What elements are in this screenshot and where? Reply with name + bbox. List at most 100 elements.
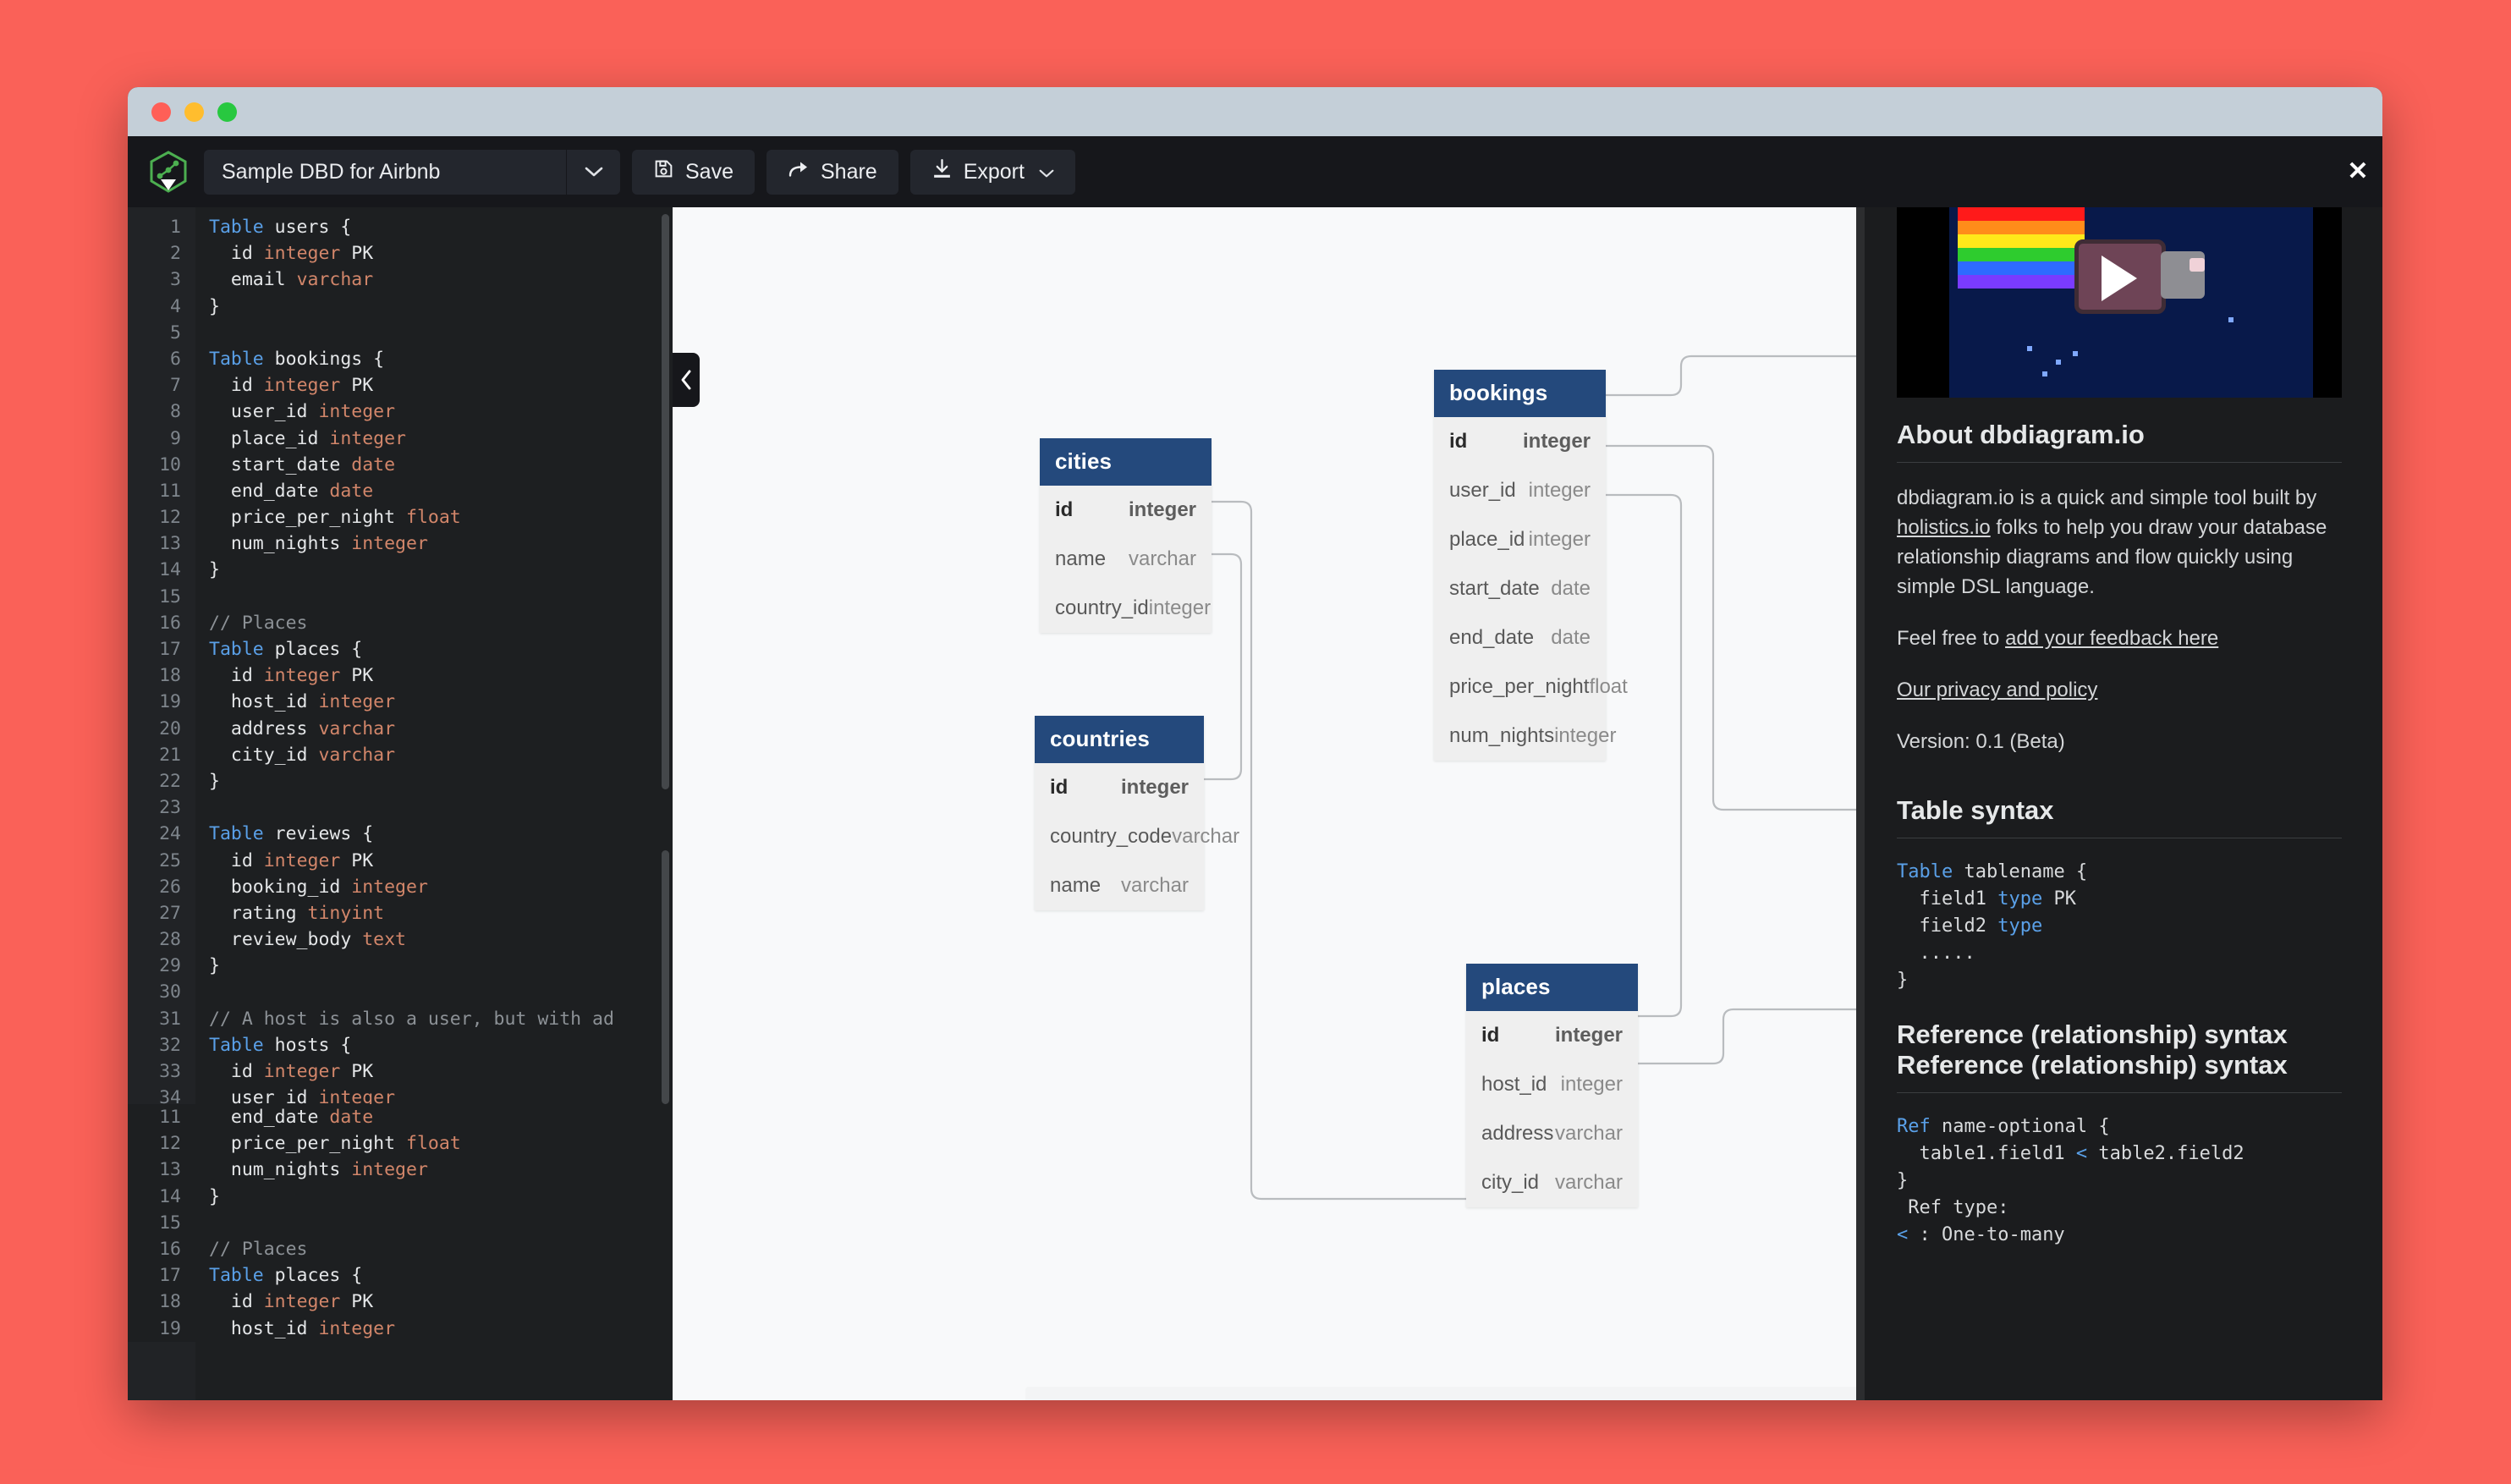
- about-side-panel: Nyan Cat 10 hours (original) About dbdia…: [1856, 136, 2382, 1400]
- document-name: Sample DBD for Airbnb: [222, 159, 441, 184]
- diagram-table-header[interactable]: cities: [1040, 438, 1212, 486]
- field-type: varchar: [1172, 825, 1240, 848]
- diagram-field-row[interactable]: id integer: [1035, 763, 1204, 812]
- line-text: Table hosts {: [209, 1034, 352, 1056]
- line-number: 15: [159, 1212, 181, 1234]
- field-type: integer: [1528, 479, 1591, 502]
- editor-scrollbar-thumb-upper[interactable]: [662, 214, 669, 789]
- close-panel-button[interactable]: ✕: [2333, 147, 2382, 196]
- dsl-code-editor[interactable]: 1 Table users {2 id integer PK 3 email var…: [128, 207, 673, 1400]
- code-line: 26 booking_id integer: [128, 874, 673, 900]
- line-text: [195, 584, 209, 610]
- diagram-field-row[interactable]: country_code varchar: [1035, 812, 1239, 861]
- code-line: 22}: [128, 768, 673, 794]
- line-text: start_date date: [209, 453, 396, 475]
- diagram-table-countries[interactable]: countries id integer country_code varchar nam…: [1035, 716, 1239, 910]
- diagram-field-row[interactable]: name varchar: [1040, 535, 1212, 584]
- chevron-down-icon[interactable]: [566, 149, 620, 195]
- dbdiagram-logo-icon: [146, 150, 190, 194]
- export-button[interactable]: Export: [909, 149, 1075, 195]
- privacy-policy-link[interactable]: Our privacy and policy: [1897, 679, 2097, 701]
- line-text: Table places {: [209, 1265, 363, 1287]
- field-type: varchar: [1554, 1171, 1623, 1194]
- line-number: 18: [159, 665, 181, 687]
- line-number: 20: [159, 717, 181, 739]
- window-close-button[interactable]: [151, 102, 171, 122]
- privacy-paragraph: Our privacy and policy: [1897, 675, 2342, 705]
- line-number: 33: [159, 1061, 181, 1082]
- line-number: 13: [159, 1159, 181, 1181]
- line-text: Table users {: [209, 217, 352, 238]
- field-type: integer: [1528, 528, 1591, 551]
- diagram-table-bookings[interactable]: bookings id integer user_id integer place_id i…: [1434, 370, 1628, 761]
- field-type: integer: [1554, 1024, 1623, 1047]
- line-number: 14: [159, 559, 181, 581]
- line-text: booking_id integer: [209, 876, 428, 898]
- line-number: 17: [159, 639, 181, 660]
- diagram-field-row[interactable]: host_id integer: [1466, 1060, 1638, 1109]
- code-line: 12 price_per_night float: [128, 504, 673, 530]
- diagram-field-row[interactable]: city_id varchar: [1466, 1158, 1638, 1207]
- diagram-table-header[interactable]: countries: [1035, 716, 1204, 763]
- play-icon[interactable]: [2102, 255, 2137, 301]
- code-line: 15: [128, 584, 673, 610]
- table-syntax-heading: Table syntax: [1897, 795, 2054, 825]
- chevron-down-icon[interactable]: [1039, 160, 1054, 184]
- version-text: Version: 0.1 (Beta): [1897, 730, 2065, 753]
- code-line: 33 id integer PK: [128, 1058, 673, 1085]
- code-line: 25 id integer PK: [128, 848, 673, 874]
- diagram-field-row[interactable]: user_id integer: [1434, 466, 1606, 515]
- diagram-field-row[interactable]: address varchar: [1466, 1109, 1638, 1158]
- line-text: }: [209, 559, 220, 581]
- code-line: 32 Table hosts {: [128, 1032, 673, 1058]
- field-name: name: [1050, 874, 1102, 897]
- save-label: Save: [685, 159, 734, 184]
- diagram-field-row[interactable]: id integer: [1040, 486, 1212, 535]
- line-number: 14: [159, 1185, 181, 1207]
- window-maximize-button[interactable]: [217, 102, 237, 122]
- window-minimize-button[interactable]: [184, 102, 204, 122]
- share-button[interactable]: Share: [766, 149, 898, 195]
- diagram-field-row[interactable]: id integer: [1434, 417, 1606, 466]
- field-name: user_id: [1449, 479, 1516, 502]
- line-number: 30: [159, 981, 181, 1003]
- line-text: price_per_night float: [209, 507, 461, 529]
- diagram-field-row[interactable]: end_date date: [1434, 613, 1606, 662]
- diagram-field-row[interactable]: start_date date: [1434, 564, 1606, 613]
- ref-part6: : One-to-many: [1908, 1224, 2065, 1245]
- line-text: price_per_night float: [209, 1133, 461, 1155]
- field-name: country_id: [1055, 596, 1149, 619]
- floppy-disk-icon: [653, 158, 674, 185]
- code-line: 29}: [128, 953, 673, 979]
- diagram-table-header[interactable]: bookings: [1434, 370, 1606, 417]
- diagram-field-row[interactable]: place_id integer: [1434, 515, 1606, 564]
- line-number: 12: [159, 507, 181, 529]
- code-line: 2 id integer PK: [128, 240, 673, 267]
- editor-scrollbar-thumb-lower[interactable]: [662, 850, 669, 1104]
- divider: [1897, 462, 2342, 463]
- collapse-editor-button[interactable]: [673, 353, 700, 407]
- document-selector[interactable]: Sample DBD for Airbnb: [204, 149, 620, 195]
- diagram-field-row[interactable]: id integer: [1466, 1011, 1638, 1060]
- code-line: 4}: [128, 294, 673, 320]
- code-rel-operator-2: <: [1897, 1224, 1909, 1245]
- diagram-field-row[interactable]: country_id integer: [1040, 584, 1212, 633]
- share-arrow-icon: [788, 158, 810, 185]
- save-button[interactable]: Save: [632, 149, 755, 195]
- feedback-link[interactable]: add your feedback here: [2005, 627, 2218, 650]
- diagram-field-row[interactable]: price_per_night float: [1434, 662, 1628, 712]
- editor-code-primary[interactable]: 1 Table users {2 id integer PK 3 email var…: [128, 214, 673, 1164]
- feedback-paragraph: Feel free to add your feedback here: [1897, 624, 2342, 653]
- diagram-table-cities[interactable]: cities id integer name varchar country_id inte…: [1040, 438, 1212, 633]
- holistics-link[interactable]: holistics.io: [1897, 516, 1991, 539]
- diagram-table-places[interactable]: places id integer host_id integer address varc…: [1466, 964, 1638, 1207]
- about-heading: About dbdiagram.io: [1897, 420, 2145, 449]
- diagram-table-header[interactable]: places: [1466, 964, 1638, 1011]
- field-type: integer: [1560, 1073, 1623, 1096]
- field-name: id: [1449, 430, 1468, 453]
- line-text: id integer PK: [209, 375, 374, 397]
- code-line: 27 rating tinyint: [128, 900, 673, 926]
- field-name: start_date: [1449, 577, 1540, 600]
- diagram-field-row[interactable]: num_nights integer: [1434, 712, 1616, 761]
- diagram-field-row[interactable]: name varchar: [1035, 861, 1204, 910]
